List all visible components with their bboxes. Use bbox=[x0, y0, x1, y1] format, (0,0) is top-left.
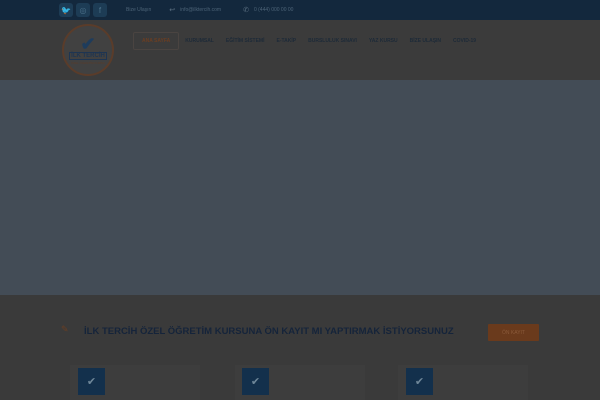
header: ✔ İLK TERCİH ÖZEL ÖĞRETİM KURSU ANA SAYF… bbox=[0, 20, 600, 80]
email-link[interactable]: info@ilktercih.com bbox=[180, 7, 221, 13]
facebook-icon[interactable]: f bbox=[93, 3, 107, 17]
check-icon: ✔ bbox=[80, 33, 96, 54]
pencil-icon: ✎ bbox=[61, 324, 69, 334]
instagram-icon[interactable]: ◎ bbox=[76, 3, 90, 17]
nav-home[interactable]: ANA SAYFA bbox=[133, 32, 180, 50]
logo[interactable]: ✔ İLK TERCİH ÖZEL ÖĞRETİM KURSU bbox=[62, 24, 114, 76]
cta-title: İLK TERCİH ÖZEL ÖĞRETİM KURSUNA ÖN KAYIT… bbox=[84, 326, 454, 337]
nav-yaz-kursu[interactable]: YAZ KURSU bbox=[363, 34, 404, 48]
contact-label: Bize Ulaşın bbox=[126, 7, 152, 13]
mail-icon: ↩ bbox=[169, 7, 176, 14]
check-icon: ✔ bbox=[406, 368, 433, 395]
logo-title: İLK TERCİH bbox=[69, 51, 107, 60]
nav-egitim-sistemi[interactable]: EĞİTİM SİSTEMİ bbox=[220, 34, 271, 48]
nav-bursluluk-sinavi[interactable]: BURSLULUK SINAVI bbox=[302, 34, 363, 48]
check-icon: ✔ bbox=[78, 368, 105, 395]
nav-bize-ulasin[interactable]: BİZE ULAŞIN bbox=[404, 34, 447, 48]
nav-kurumsal[interactable]: KURUMSAL bbox=[179, 34, 220, 48]
phone-icon: ✆ bbox=[243, 7, 249, 14]
check-icon: ✔ bbox=[242, 368, 269, 395]
main-nav: ANA SAYFA KURUMSAL EĞİTİM SİSTEMİ E-TAKİ… bbox=[133, 32, 482, 50]
phone-link[interactable]: 0 (444) 000 00 00 bbox=[254, 7, 293, 13]
contact-info: Bize Ulaşın bbox=[126, 7, 151, 13]
nav-covid-19[interactable]: COVID-19 bbox=[447, 34, 482, 48]
pre-register-button[interactable]: ÖN KAYIT bbox=[488, 324, 539, 341]
top-bar: 🐦 ◎ f Bize Ulaşın ↩ info@ilktercih.com ✆ 0… bbox=[0, 0, 600, 20]
nav-e-takip[interactable]: E-TAKİP bbox=[270, 34, 302, 48]
hero-slider[interactable] bbox=[0, 80, 600, 295]
twitter-icon[interactable]: 🐦 bbox=[59, 3, 73, 17]
logo-subtitle: ÖZEL ÖĞRETİM KURSU bbox=[71, 60, 105, 65]
